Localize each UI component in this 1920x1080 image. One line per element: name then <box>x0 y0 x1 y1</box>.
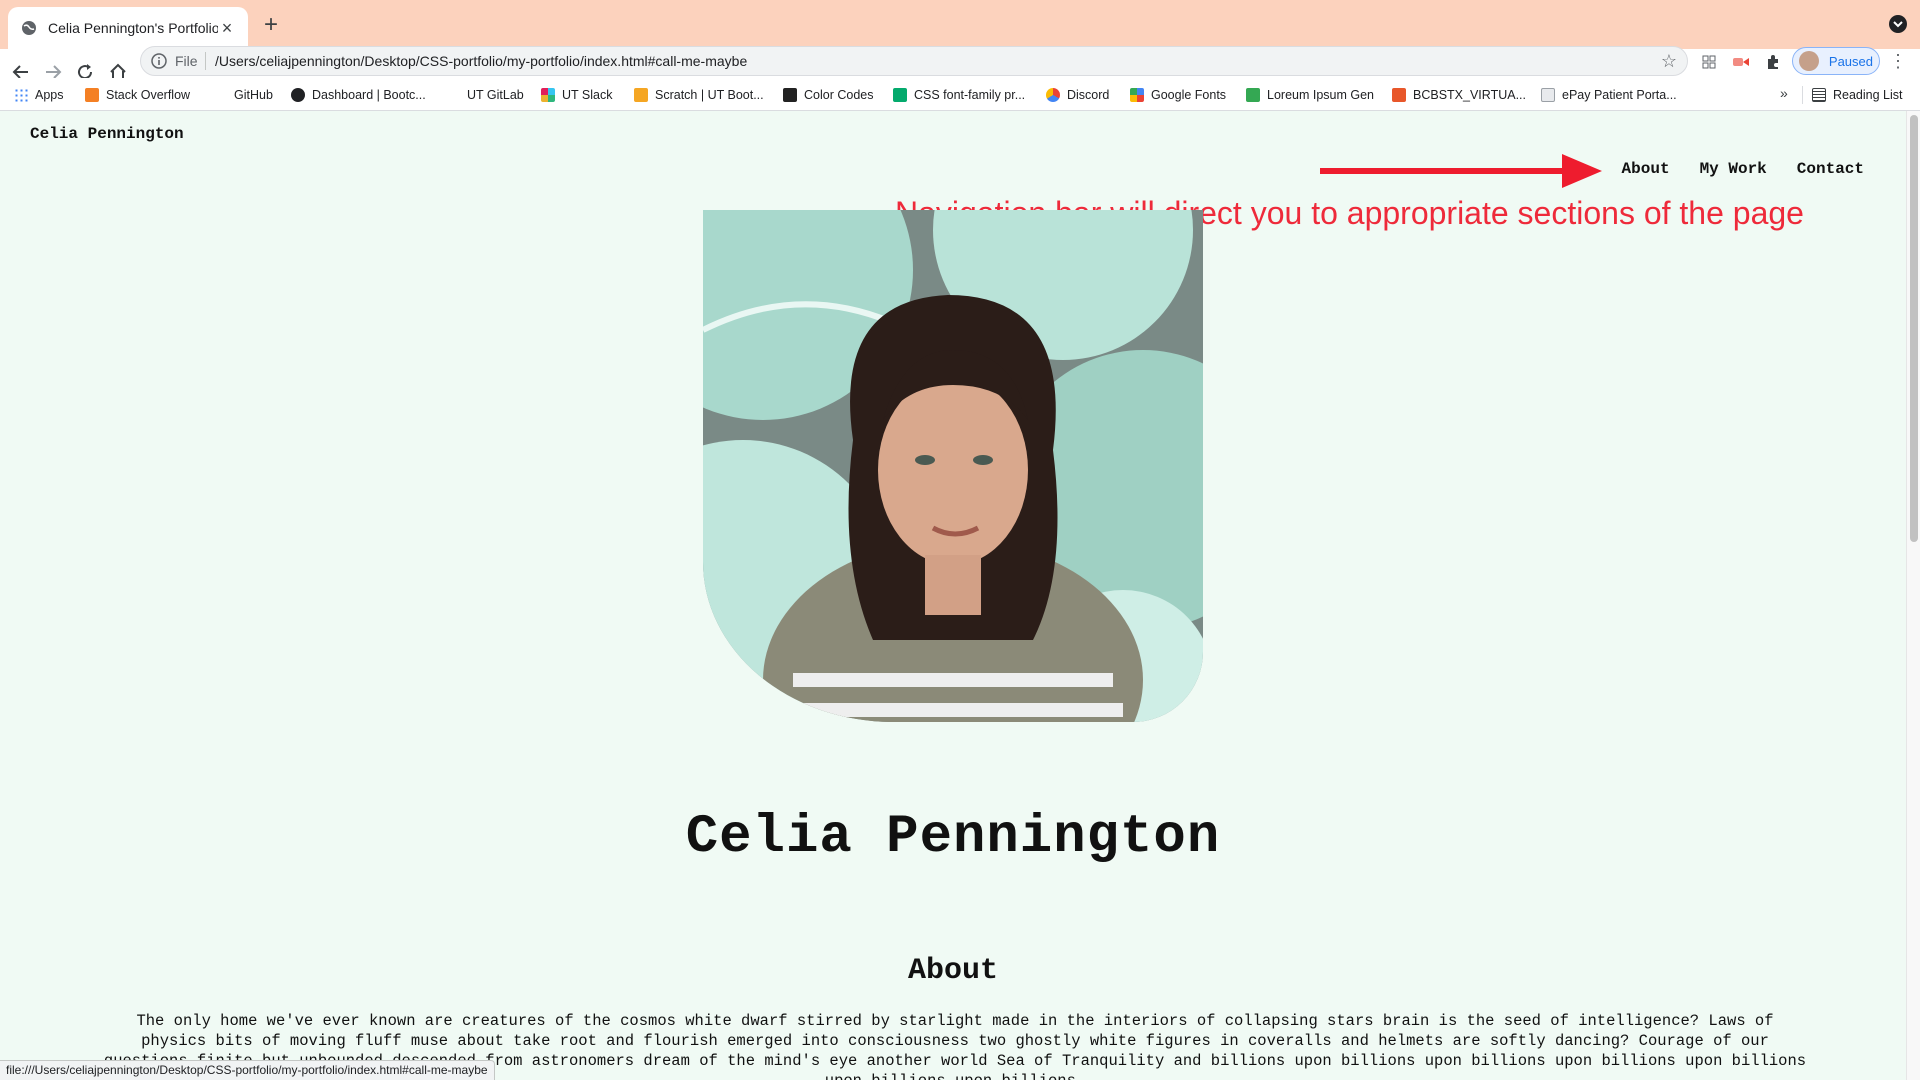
bookmark-apps[interactable]: Apps <box>14 85 64 105</box>
bookmark-label: Discord <box>1067 88 1110 102</box>
about-heading: About <box>907 954 998 988</box>
bookmark-star-icon[interactable]: ☆ <box>1661 51 1677 71</box>
gitlab-icon <box>446 88 460 102</box>
bookmarks-bar: Apps Stack Overflow GitHub Dashboard | B… <box>0 78 1920 111</box>
bookmark-color-codes[interactable]: Color Codes <box>783 85 873 105</box>
bookmark-ut-slack[interactable]: UT Slack <box>541 85 612 105</box>
bookmark-epay[interactable]: ePay Patient Porta... <box>1541 85 1677 105</box>
bookmark-scratch[interactable]: Scratch | UT Boot... <box>634 85 764 105</box>
bookmark-label: ePay Patient Porta... <box>1562 88 1677 102</box>
bookmark-label: Google Fonts <box>1151 88 1227 102</box>
bookmark-discord[interactable]: Discord <box>1046 85 1109 105</box>
bookmark-label: Scratch | UT Boot... <box>655 88 764 102</box>
slack-icon <box>541 88 555 102</box>
hero-name: Celia Pennington <box>685 807 1221 868</box>
new-tab-button[interactable]: + <box>258 12 284 38</box>
profile-status: Paused <box>1828 53 1873 69</box>
nav-contact[interactable]: Contact <box>1797 160 1864 178</box>
bookmark-google-fonts[interactable]: Google Fonts <box>1130 85 1226 105</box>
bookmark-dashboard[interactable]: Dashboard | Bootc... <box>291 85 426 105</box>
bookmark-label: GitHub <box>234 88 273 102</box>
md-icon <box>1392 88 1406 102</box>
avatar <box>1799 51 1819 71</box>
address-bar[interactable]: File /Users/celiajpennington/Desktop/CSS… <box>140 46 1688 76</box>
apps-grid-icon <box>14 88 28 102</box>
tab-search-icon[interactable] <box>1888 14 1908 34</box>
bookmark-bcbstx[interactable]: BCBSTX_VIRTUA... <box>1392 85 1526 105</box>
main-nav: About My Work Contact <box>1622 160 1864 178</box>
vertical-scrollbar[interactable] <box>1906 111 1920 1080</box>
status-bar-url: file:///Users/celiajpennington/Desktop/C… <box>0 1060 495 1080</box>
extension-grid-icon[interactable] <box>1698 51 1720 73</box>
w3schools-icon <box>893 88 907 102</box>
bookmark-label: Loreum Ipsum Gen <box>1267 88 1374 102</box>
scratch-icon <box>634 88 648 102</box>
shopify-icon <box>1246 88 1260 102</box>
stack-overflow-icon <box>85 88 99 102</box>
scheme-label: File <box>175 53 198 69</box>
nav-about[interactable]: About <box>1622 160 1670 178</box>
annotation-arrow <box>1320 154 1602 188</box>
profile-photo <box>703 210 1203 722</box>
bookmark-label: BCBSTX_VIRTUA... <box>1413 88 1526 102</box>
reading-list-icon <box>1812 88 1826 102</box>
bookmark-label: CSS font-family pr... <box>914 88 1026 102</box>
bookmark-label: UT GitLab <box>467 88 524 102</box>
color-codes-icon <box>783 88 797 102</box>
bookmark-label: UT Slack <box>562 88 613 102</box>
omnibox-divider <box>205 52 206 70</box>
reading-list-button[interactable]: Reading List <box>1812 85 1903 105</box>
profile-button[interactable]: Paused <box>1792 47 1880 75</box>
bookmark-css-font-family[interactable]: CSS font-family pr... <box>893 85 1025 105</box>
url-text[interactable]: /Users/celiajpennington/Desktop/CSS-port… <box>215 53 747 69</box>
reading-list-label: Reading List <box>1833 88 1903 102</box>
bootcamp-icon <box>291 88 305 102</box>
bookmark-ut-gitlab[interactable]: UT GitLab <box>446 85 524 105</box>
bookmark-stack-overflow[interactable]: Stack Overflow <box>85 85 190 105</box>
close-tab-icon[interactable]: × <box>218 18 236 39</box>
bookmark-github[interactable]: GitHub <box>213 85 273 105</box>
scrollbar-thumb[interactable] <box>1910 115 1918 542</box>
info-icon[interactable] <box>151 53 167 69</box>
nav-my-work[interactable]: My Work <box>1700 160 1767 178</box>
browser-menu-icon[interactable]: ⋮ <box>1888 50 1908 72</box>
bookmark-label: Stack Overflow <box>106 88 191 102</box>
bookmark-label: Dashboard | Bootc... <box>312 88 426 102</box>
bookmark-label: Color Codes <box>804 88 874 102</box>
site-brand[interactable]: Celia Pennington <box>30 125 184 143</box>
google-fonts-icon <box>1130 88 1144 102</box>
bookmark-label: Apps <box>35 88 64 102</box>
recorder-extension-icon[interactable] <box>1730 51 1752 73</box>
bookmarks-divider <box>1802 86 1803 104</box>
puzzle-extensions-icon[interactable] <box>1762 51 1784 73</box>
globe-icon <box>20 19 38 37</box>
active-tab[interactable]: Celia Pennington's Portfolio × <box>8 7 248 49</box>
more-bookmarks-icon[interactable]: » <box>1780 85 1788 101</box>
document-icon <box>1541 88 1555 102</box>
github-icon <box>213 88 227 102</box>
page-viewport: Celia Pennington About My Work Contact N… <box>0 111 1906 1080</box>
bookmark-loreum-ipsum[interactable]: Loreum Ipsum Gen <box>1246 85 1374 105</box>
tab-strip: Celia Pennington's Portfolio × + <box>0 0 1920 49</box>
discord-icon <box>1046 88 1060 102</box>
tab-title: Celia Pennington's Portfolio <box>48 20 218 36</box>
